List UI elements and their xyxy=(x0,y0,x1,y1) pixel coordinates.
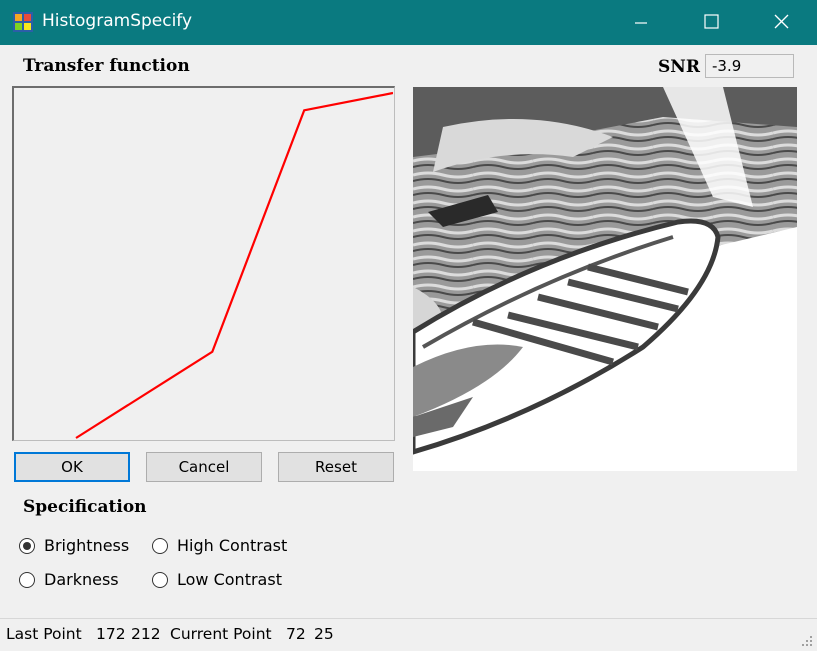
close-button[interactable] xyxy=(758,0,804,45)
image-preview xyxy=(413,87,797,471)
radio-low-contrast-indicator[interactable] xyxy=(152,571,168,588)
transfer-curve xyxy=(75,91,394,439)
snr-field[interactable]: -3.9 xyxy=(705,54,794,78)
radio-low-contrast-label: Low Contrast xyxy=(177,570,282,589)
radio-brightness-label: Brightness xyxy=(44,536,130,555)
radio-darkness-indicator[interactable] xyxy=(19,571,35,588)
last-point-y: 212 xyxy=(131,625,161,643)
radio-brightness-indicator[interactable] xyxy=(19,537,35,554)
close-icon xyxy=(774,14,789,29)
status-bar: Last Point 172 212 Current Point 72 25 xyxy=(0,618,817,651)
maximize-icon xyxy=(704,14,719,29)
title-bar: HistogramSpecify xyxy=(0,0,817,45)
maximize-button[interactable] xyxy=(688,0,734,45)
radio-high-contrast[interactable]: High Contrast xyxy=(152,536,287,555)
last-point-x: 172 xyxy=(96,625,126,643)
reset-button[interactable]: Reset xyxy=(278,452,394,482)
transfer-function-label: Transfer function xyxy=(23,56,190,76)
transfer-curve-canvas[interactable] xyxy=(14,88,394,439)
specification-label: Specification xyxy=(23,497,147,517)
transfer-function-plot[interactable] xyxy=(12,86,395,441)
window-title: HistogramSpecify xyxy=(42,11,193,31)
boat-image xyxy=(413,87,797,471)
minimize-button[interactable] xyxy=(618,0,664,45)
radio-darkness-label: Darkness xyxy=(44,570,119,589)
radio-darkness[interactable]: Darkness xyxy=(19,570,119,589)
last-point-label: Last Point xyxy=(6,625,82,643)
radio-high-contrast-indicator[interactable] xyxy=(152,537,168,554)
snr-label: SNR xyxy=(658,57,700,77)
radio-high-contrast-label: High Contrast xyxy=(177,536,288,555)
current-point-label: Current Point xyxy=(170,625,272,643)
current-point-y: 25 xyxy=(314,625,334,643)
ok-button[interactable]: OK xyxy=(14,452,130,482)
resize-grip-icon[interactable] xyxy=(799,633,813,647)
radio-low-contrast[interactable]: Low Contrast xyxy=(152,570,282,589)
cancel-button[interactable]: Cancel xyxy=(146,452,262,482)
minimize-icon xyxy=(635,22,647,24)
app-icon xyxy=(13,12,33,32)
current-point-x: 72 xyxy=(286,625,306,643)
radio-brightness[interactable]: Brightness xyxy=(19,536,129,555)
